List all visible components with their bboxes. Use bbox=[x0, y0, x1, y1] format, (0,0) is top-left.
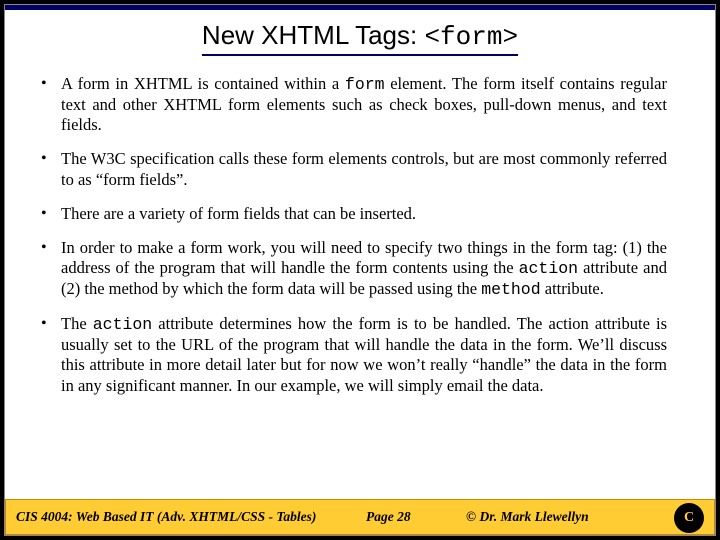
bullet-item: A form in XHTML is contained within a fo… bbox=[39, 74, 667, 135]
slide: New XHTML Tags: <form> A form in XHTML i… bbox=[4, 4, 716, 536]
author-label: © Dr. Mark Llewellyn bbox=[466, 509, 589, 525]
bullet-text: The bbox=[61, 314, 93, 333]
page-number: Page 28 bbox=[366, 509, 411, 525]
title-text: New XHTML Tags: bbox=[202, 20, 425, 50]
code-action: action bbox=[519, 259, 578, 278]
course-label: CIS 4004: Web Based IT (Adv. XHTML/CSS -… bbox=[6, 509, 316, 525]
bullet-text: attribute determines how the form is to … bbox=[61, 314, 667, 394]
bullet-text: attribute. bbox=[541, 279, 604, 298]
bullet-item: The action attribute determines how the … bbox=[39, 314, 667, 396]
bullet-text: A form in XHTML is contained within a bbox=[61, 74, 345, 93]
slide-title: New XHTML Tags: <form> bbox=[202, 20, 518, 56]
bullet-item: There are a variety of form fields that … bbox=[39, 204, 667, 224]
title-form-tag: <form> bbox=[424, 22, 518, 52]
bullet-item: In order to make a form work, you will n… bbox=[39, 238, 667, 300]
code-form: form bbox=[345, 75, 385, 94]
bullet-item: The W3C specification calls these form e… bbox=[39, 149, 667, 189]
ucf-logo-icon: C bbox=[674, 503, 704, 533]
code-method: method bbox=[481, 280, 540, 299]
title-wrap: New XHTML Tags: <form> bbox=[5, 10, 715, 60]
bullet-list: A form in XHTML is contained within a fo… bbox=[5, 60, 715, 499]
bullet-text: There are a variety of form fields that … bbox=[61, 204, 416, 223]
bullet-text: The W3C specification calls these form e… bbox=[61, 149, 667, 188]
logo-letter: C bbox=[684, 510, 694, 526]
footer-bar: CIS 4004: Web Based IT (Adv. XHTML/CSS -… bbox=[5, 499, 715, 535]
code-action: action bbox=[93, 315, 152, 334]
